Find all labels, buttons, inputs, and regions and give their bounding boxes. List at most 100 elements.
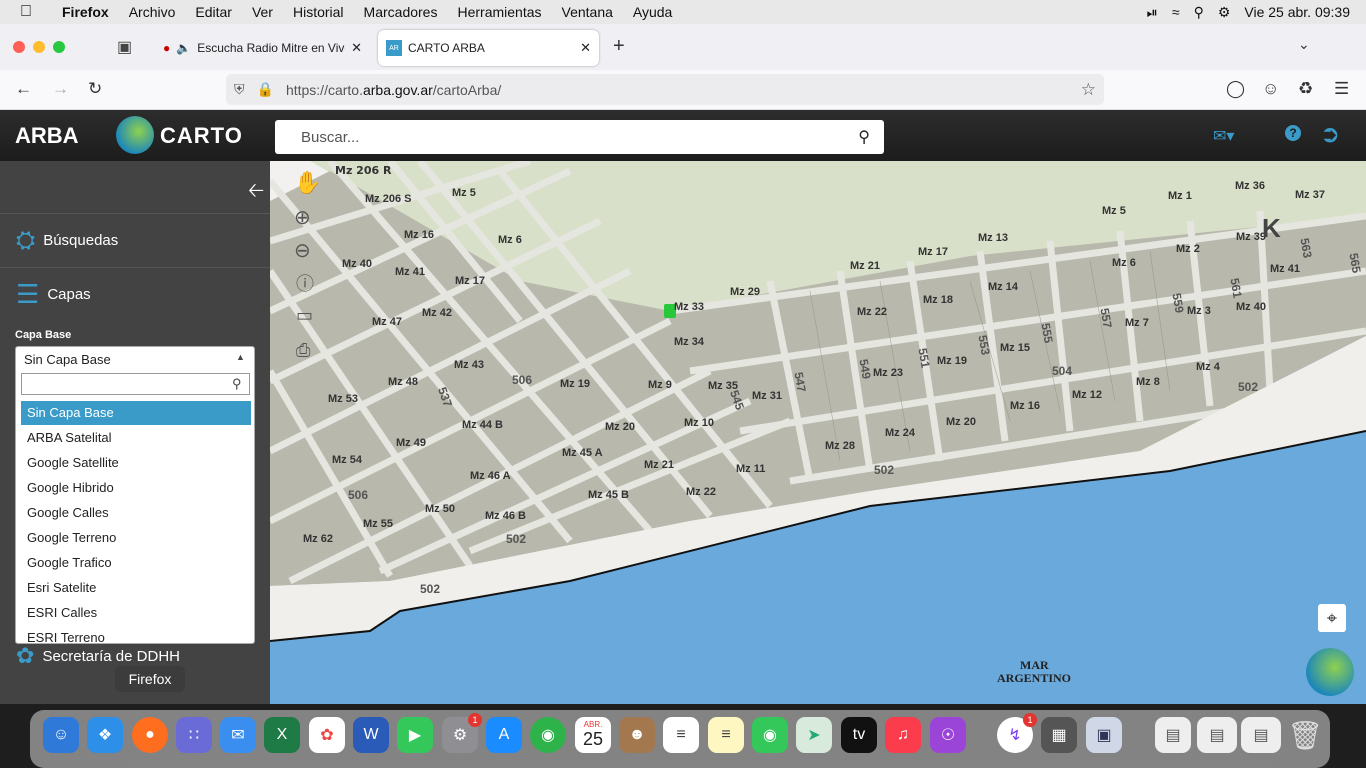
word-icon[interactable]: W bbox=[353, 717, 389, 753]
back-arrow-icon[interactable]: ← bbox=[15, 79, 32, 99]
facetime-icon[interactable]: ▶ bbox=[397, 717, 433, 753]
search-icon[interactable]: ⚲ bbox=[858, 127, 870, 147]
firefox-icon[interactable]: ● bbox=[132, 717, 168, 753]
maps-icon[interactable]: ➤ bbox=[796, 717, 832, 753]
menu-ver[interactable]: Ver bbox=[242, 4, 283, 20]
sidebar-item-capas[interactable]: ☰ Capas bbox=[0, 269, 270, 319]
block-label: Mz 24 bbox=[885, 427, 915, 439]
reload-icon[interactable]: ↻ bbox=[88, 79, 102, 99]
wifi-icon[interactable]: ≈ bbox=[1172, 4, 1180, 20]
contacts-icon[interactable]: ☻ bbox=[619, 717, 655, 753]
base-layer-selected-value[interactable]: Sin Capa Base ▲ bbox=[16, 347, 254, 371]
document-file-icon[interactable]: ▤ bbox=[1241, 717, 1281, 753]
dropdown-search-input[interactable]: ⚲ bbox=[21, 373, 250, 395]
map-canvas[interactable]: Mz 206 R Mz 206 S Mz 5 Mz 16 Mz 6 Mz 40 … bbox=[270, 161, 1366, 704]
new-tab-icon[interactable]: + bbox=[613, 35, 625, 58]
url-bar[interactable]: ⛨ 🔒 https://carto. arba.gov.ar/cartoArba/… bbox=[226, 74, 1104, 105]
lock-icon[interactable]: 🔒 bbox=[257, 81, 274, 98]
menu-herramientas[interactable]: Herramientas bbox=[447, 4, 551, 20]
map-toolbar: ✋ ⊕ ⊖ ⓘ ▭ ⎙ bbox=[291, 170, 321, 390]
option-google-terreno[interactable]: Google Terreno bbox=[21, 526, 251, 550]
help-icon[interactable]: ? bbox=[1285, 125, 1301, 141]
reminders-icon[interactable]: ≡ bbox=[663, 717, 699, 753]
speaker-icon[interactable]: 🔈 bbox=[176, 41, 191, 55]
info-icon[interactable]: ⓘ bbox=[296, 270, 314, 296]
close-tab-icon[interactable]: ✕ bbox=[351, 40, 362, 56]
finder-icon[interactable]: ☺ bbox=[43, 717, 79, 753]
forward-arrow-icon[interactable]: → bbox=[52, 79, 69, 99]
logout-icon[interactable]: ➲ bbox=[1320, 120, 1340, 149]
shield-icon[interactable]: ⛨ bbox=[234, 81, 245, 98]
sidebar-item-busquedas[interactable]: ⛭ Búsquedas bbox=[0, 213, 270, 268]
tab-radio-mitre[interactable]: ● 🔈 Escucha Radio Mitre en Vivo ✕ bbox=[155, 30, 370, 66]
screenshot-file-icon[interactable]: ▤ bbox=[1197, 717, 1237, 753]
option-google-hibrido[interactable]: Google Hibrido bbox=[21, 476, 251, 500]
zoom-in-icon[interactable]: ⊕ bbox=[294, 205, 311, 230]
menu-ayuda[interactable]: Ayuda bbox=[623, 4, 682, 20]
preview-icon[interactable]: ▣ bbox=[1086, 717, 1122, 753]
launchpad-icon[interactable]: ∷ bbox=[176, 717, 212, 753]
option-esri-terreno[interactable]: ESRI Terreno bbox=[21, 626, 251, 643]
menu-historial[interactable]: Historial bbox=[283, 4, 354, 20]
calculator-icon[interactable]: ▦ bbox=[1041, 717, 1077, 753]
locate-me-button[interactable]: ⌖ bbox=[1318, 604, 1346, 632]
measure-icon[interactable]: ▭ bbox=[296, 305, 313, 326]
close-window-button[interactable] bbox=[13, 41, 25, 53]
option-esri-satelite[interactable]: Esri Satelite bbox=[21, 576, 251, 600]
apple-tv-icon[interactable]: tv bbox=[841, 717, 877, 753]
option-google-calles[interactable]: Google Calles bbox=[21, 501, 251, 525]
apple-icon[interactable]:  bbox=[0, 3, 52, 21]
tab-list-chevron-icon[interactable]: ⌄ bbox=[1298, 36, 1310, 53]
bookmark-star-icon[interactable]: ☆ bbox=[1081, 80, 1096, 100]
excel-icon[interactable]: X bbox=[264, 717, 300, 753]
mail-dropdown-icon[interactable]: ✉▾ bbox=[1213, 126, 1234, 146]
block-label: Mz 206 R bbox=[335, 164, 392, 177]
menu-archivo[interactable]: Archivo bbox=[119, 4, 186, 20]
pdf-file-icon[interactable]: ▤ bbox=[1155, 717, 1191, 753]
minimize-window-button[interactable] bbox=[33, 41, 45, 53]
block-label: Mz 16 bbox=[1010, 400, 1040, 412]
hamburger-menu-icon[interactable]: ☰ bbox=[1334, 79, 1349, 99]
app-header: ARBA CARTO Buscar... ⚲ ✉▾ ? ➲ bbox=[0, 110, 1366, 161]
option-esri-calles[interactable]: ESRI Calles bbox=[21, 601, 251, 625]
pocket-icon[interactable]: ◯ bbox=[1226, 79, 1245, 99]
messages-icon[interactable]: ◉ bbox=[752, 717, 788, 753]
control-center-icon[interactable]: ⚙ bbox=[1218, 4, 1231, 21]
zoom-window-button[interactable] bbox=[53, 41, 65, 53]
find-my-icon[interactable]: ◉ bbox=[530, 717, 566, 753]
mail-icon[interactable]: ✉ bbox=[220, 717, 256, 753]
notes-icon[interactable]: ≡ bbox=[708, 717, 744, 753]
calendar-icon[interactable]: ABR. 25 bbox=[575, 717, 611, 753]
spotlight-search-icon[interactable]: ⚲ bbox=[1194, 4, 1204, 21]
menubar-clock[interactable]: Vie 25 abr. 09:39 bbox=[1244, 4, 1350, 20]
menu-marcadores[interactable]: Marcadores bbox=[354, 4, 448, 20]
account-icon[interactable]: ☺ bbox=[1262, 79, 1279, 99]
print-icon[interactable]: ⎙ bbox=[296, 340, 310, 361]
menu-ventana[interactable]: Ventana bbox=[552, 4, 623, 20]
photos-icon[interactable]: ✿ bbox=[309, 717, 345, 753]
layers-icon: ☰ bbox=[16, 278, 40, 309]
app-store-icon[interactable]: A bbox=[486, 717, 522, 753]
base-layer-select[interactable]: Sin Capa Base ▲ ⚲ Sin Capa Base ARBA Sat… bbox=[15, 346, 255, 644]
option-google-trafico[interactable]: Google Trafico bbox=[21, 551, 251, 575]
collapse-sidebar-arrow-icon[interactable]: 🡠 bbox=[248, 176, 264, 210]
system-settings-icon[interactable]: ⚙ 1 bbox=[442, 713, 482, 753]
messenger-icon[interactable]: ↯ 1 bbox=[997, 713, 1037, 753]
search-input[interactable]: Buscar... ⚲ bbox=[275, 120, 884, 154]
trash-icon[interactable]: 🗑 bbox=[1287, 717, 1323, 753]
close-tab-icon[interactable]: ✕ bbox=[580, 40, 591, 56]
menu-editar[interactable]: Editar bbox=[185, 4, 242, 20]
option-arba-satelital[interactable]: ARBA Satelital bbox=[21, 426, 251, 450]
pan-hand-icon[interactable]: ✋ bbox=[294, 170, 321, 196]
option-google-satellite[interactable]: Google Satellite bbox=[21, 451, 251, 475]
safari-icon[interactable]: ❖ bbox=[87, 717, 123, 753]
play-icon[interactable]: ⏯ bbox=[1147, 4, 1158, 21]
option-sin-capa-base[interactable]: Sin Capa Base bbox=[21, 401, 251, 425]
menu-app-name[interactable]: Firefox bbox=[52, 4, 119, 20]
zoom-out-icon[interactable]: ⊖ bbox=[294, 238, 311, 263]
tab-carto-arba[interactable]: AR CARTO ARBA ✕ bbox=[378, 30, 599, 66]
tab-overview-icon[interactable]: ▣ bbox=[117, 37, 132, 57]
extensions-icon[interactable]: ♻ bbox=[1298, 79, 1313, 99]
music-icon[interactable]: ♫ bbox=[885, 717, 921, 753]
podcasts-icon[interactable]: ☉ bbox=[930, 717, 966, 753]
